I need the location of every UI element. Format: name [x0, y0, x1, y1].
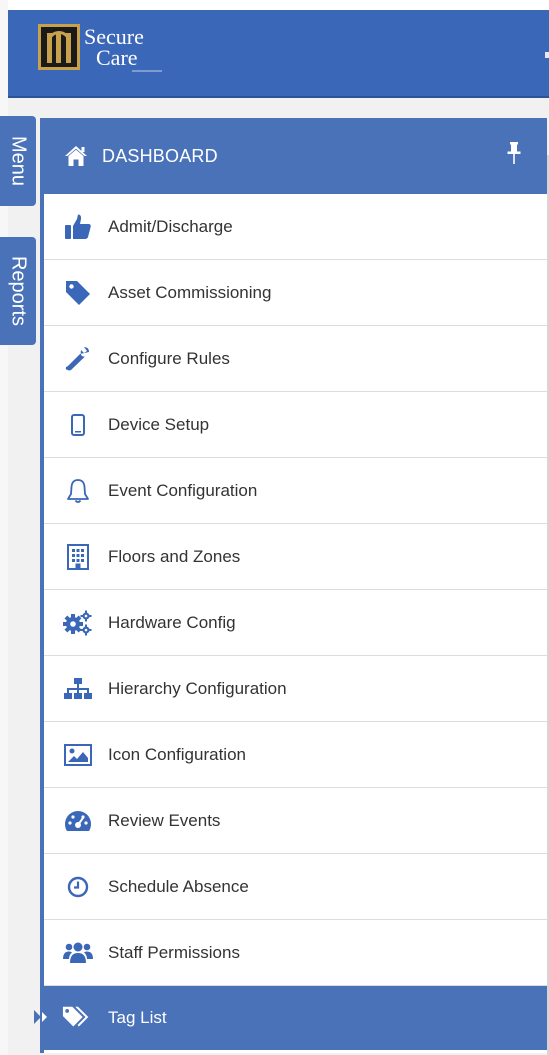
thumbs-up-icon	[62, 213, 94, 241]
menu-item-asset-commissioning[interactable]: Asset Commissioning	[44, 260, 547, 326]
menu-item-device-setup[interactable]: Device Setup	[44, 392, 547, 458]
menu-item-staff-permissions[interactable]: Staff Permissions	[44, 920, 547, 986]
menu-item-configure-rules[interactable]: Configure Rules	[44, 326, 547, 392]
building-icon	[62, 543, 94, 571]
logo-text: Secure Care	[84, 26, 144, 70]
menu-item-hierarchy-configuration[interactable]: Hierarchy Configuration	[44, 656, 547, 722]
tags-icon	[62, 1004, 94, 1032]
tag-icon	[62, 279, 94, 307]
menu-item-review-events[interactable]: Review Events	[44, 788, 547, 854]
menu-item-label: Staff Permissions	[108, 942, 240, 962]
menu-item-hardware-config[interactable]: Hardware Config	[44, 590, 547, 656]
wrench-icon	[62, 345, 94, 373]
menu-item-label: Review Events	[108, 810, 221, 830]
dashboard-title: DASHBOARD	[102, 145, 218, 166]
menu-item-schedule-absence[interactable]: Schedule Absence	[44, 854, 547, 920]
dashboard-menu-panel: DASHBOARD Admit/Discharge Asset Commissi…	[34, 118, 547, 1053]
tab-reports[interactable]: Reports	[0, 237, 36, 345]
gears-icon	[62, 609, 94, 637]
clock-icon	[62, 873, 94, 901]
tab-reports-label: Reports	[7, 255, 30, 327]
menu-item-label: Asset Commissioning	[108, 282, 272, 302]
bell-icon	[62, 477, 94, 505]
menu-item-label: Tag List	[108, 1008, 167, 1027]
menu-item-event-configuration[interactable]: Event Configuration	[44, 458, 547, 524]
menu-item-label: Hardware Config	[108, 612, 236, 632]
menu-item-floors-and-zones[interactable]: Floors and Zones	[44, 524, 547, 590]
users-icon	[62, 939, 94, 967]
mobile-icon	[62, 411, 94, 439]
image-icon	[62, 741, 94, 769]
dashboard-header[interactable]: DASHBOARD	[40, 118, 547, 194]
brand-line-2: Care	[96, 45, 138, 70]
app-header: Secure Care	[8, 10, 549, 96]
header-edge-marker	[545, 52, 549, 58]
home-icon	[65, 146, 87, 166]
menu-item-label: Admit/Discharge	[108, 216, 233, 236]
tab-menu[interactable]: Menu	[0, 116, 36, 206]
menu-item-label: Device Setup	[108, 414, 210, 434]
menu-item-label: Event Configuration	[108, 480, 258, 500]
menu-item-label: Floors and Zones	[108, 546, 241, 566]
logo-mark-icon	[38, 24, 80, 70]
menu-item-icon-configuration[interactable]: Icon Configuration	[44, 722, 547, 788]
menu-item-label: Configure Rules	[108, 348, 230, 368]
pin-icon[interactable]	[507, 142, 521, 164]
dashboard-gauge-icon	[62, 807, 94, 835]
sitemap-icon	[62, 675, 94, 703]
menu-item-label: Schedule Absence	[108, 876, 249, 896]
menu-item-admit-discharge[interactable]: Admit/Discharge	[44, 194, 547, 260]
logo-subtext	[132, 70, 162, 72]
menu-item-tag-list[interactable]: Tag List	[34, 986, 547, 1050]
tab-menu-label: Menu	[7, 135, 30, 187]
menu-item-label: Icon Configuration	[108, 744, 246, 764]
active-indicator-inner	[42, 1012, 47, 1022]
menu-item-label: Hierarchy Configuration	[108, 678, 287, 698]
active-indicator	[34, 1010, 41, 1024]
secure-care-logo[interactable]: Secure Care	[38, 24, 144, 70]
